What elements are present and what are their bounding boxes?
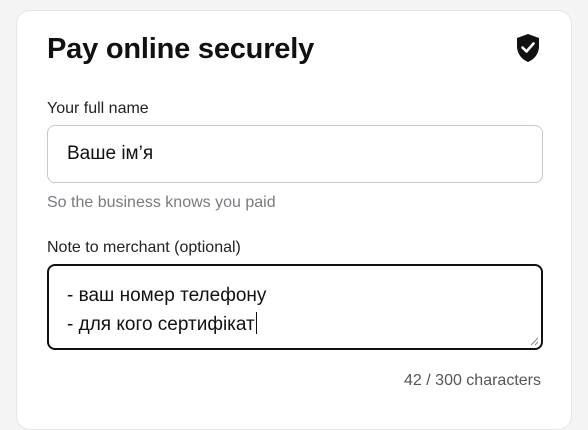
full-name-hint: So the business knows you paid [47, 194, 276, 211]
note-label: Note to merchant (optional) [47, 239, 241, 256]
full-name-value: Ваше ім’я [67, 143, 154, 164]
note-line: - для кого сертифікат [67, 314, 255, 335]
text-caret [255, 312, 257, 334]
full-name-input[interactable]: Ваше ім’я [47, 125, 543, 183]
full-name-label: Your full name [47, 100, 149, 117]
note-line: - ваш номер телефону [67, 285, 267, 306]
note-textarea[interactable]: - ваш номер телефону - для кого сертифік… [47, 264, 543, 350]
shield-check-icon [517, 34, 539, 62]
note-line-with-caret: - для кого сертифікат [67, 310, 523, 339]
payment-card: Pay online securely Your full name Ваше … [16, 10, 572, 430]
character-counter: 42 / 300 characters [404, 372, 541, 389]
resize-handle-icon[interactable] [530, 337, 539, 346]
page-title: Pay online securely [47, 33, 314, 65]
